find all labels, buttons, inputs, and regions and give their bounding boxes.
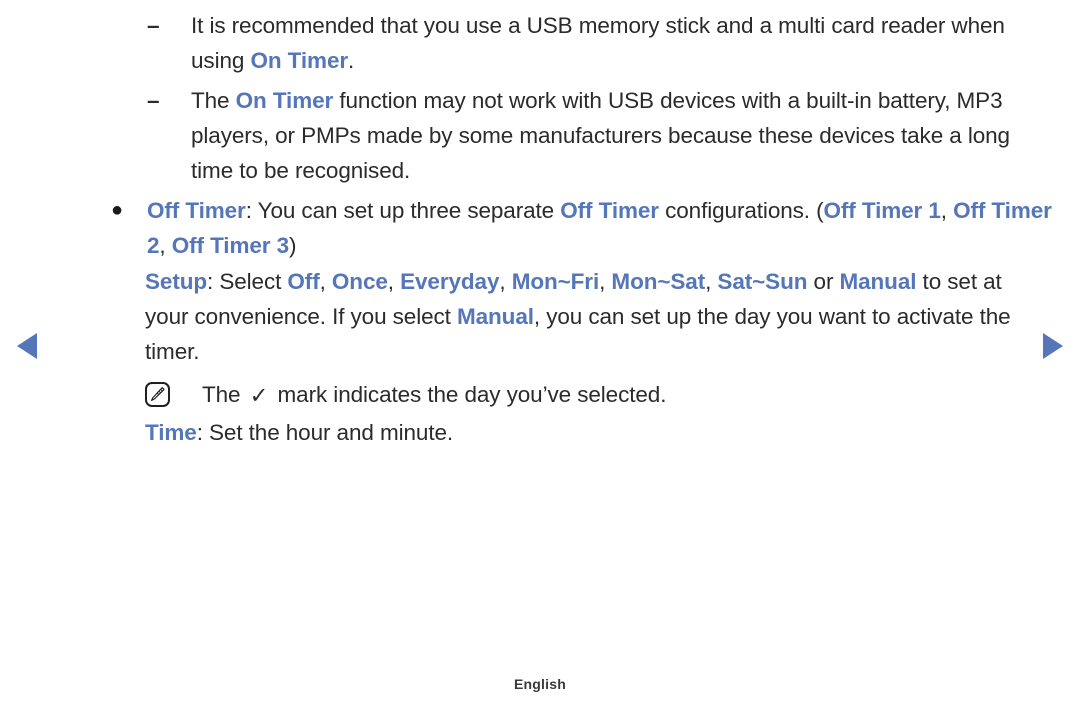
text-run: , (940, 198, 954, 223)
text-run: ) (289, 233, 297, 258)
highlighted-term: Setup (145, 269, 208, 294)
list-item: ● Off Timer: You can set up three separa… (107, 193, 1070, 263)
text-run: The (202, 382, 247, 407)
check-mark-icon: ✓ (249, 383, 269, 408)
text-run: , (159, 233, 172, 258)
list-item-text: It is recommended that you use a USB mem… (191, 13, 1005, 73)
text-run: mark indicates the day you’ve selected. (271, 382, 667, 407)
highlighted-term: Off Timer 1 (823, 198, 941, 223)
highlighted-term: Sat~Sun (717, 269, 808, 294)
text-run: or (807, 269, 840, 294)
setup-paragraph: Setup: Select Off, Once, Everyday, Mon~F… (145, 264, 1040, 369)
text-run: , (599, 269, 612, 294)
highlighted-term: Off (287, 269, 320, 294)
highlighted-term: Off Timer (560, 198, 659, 223)
list-item: – It is recommended that you use a USB m… (147, 8, 1038, 78)
note-text: The ✓ mark indicates the day you’ve sele… (202, 382, 667, 408)
highlighted-term: Mon~Sat (611, 269, 706, 294)
highlighted-term: On Timer (250, 48, 349, 73)
manual-page: – It is recommended that you use a USB m… (0, 0, 1080, 705)
dash-marker: – (147, 13, 160, 38)
text-run: configurations. ( (658, 198, 824, 223)
text-run: , (319, 269, 332, 294)
dash-marker: – (147, 88, 160, 113)
highlighted-term: Time (145, 420, 197, 445)
note-row: The ✓ mark indicates the day you’ve sele… (145, 377, 1040, 413)
text-run: : Select (207, 269, 288, 294)
manual-content: – It is recommended that you use a USB m… (0, 0, 1080, 450)
highlighted-term: Manual (456, 304, 534, 329)
highlighted-term: Once (331, 269, 388, 294)
text-run: , (387, 269, 401, 294)
highlighted-term: Off Timer (147, 198, 246, 223)
list-item: – The On Timer function may not work wit… (147, 83, 1038, 188)
highlighted-term: Off Timer 3 (171, 233, 290, 258)
highlighted-term: Manual (839, 269, 917, 294)
list-item-text: Off Timer: You can set up three separate… (147, 198, 1052, 258)
text-run: The (191, 88, 236, 113)
text-run: : Set the hour and minute. (196, 420, 454, 445)
text-run: , (499, 269, 512, 294)
highlighted-term: Mon~Fri (511, 269, 600, 294)
footer-language-label: English (514, 676, 566, 692)
time-paragraph: Time: Set the hour and minute. (145, 415, 1040, 450)
note-pencil-icon (145, 382, 170, 407)
time-paragraph-text: Time: Set the hour and minute. (145, 420, 453, 445)
bullet-marker: ● (111, 199, 123, 221)
highlighted-term: On Timer (235, 88, 334, 113)
text-run: , (705, 269, 718, 294)
text-run: . (348, 48, 355, 73)
page-footer: English (0, 676, 1080, 692)
setup-paragraph-text: Setup: Select Off, Once, Everyday, Mon~F… (145, 269, 1011, 364)
list-item-text: The On Timer function may not work with … (191, 88, 1010, 183)
highlighted-term: Everyday (400, 269, 500, 294)
text-run: : You can set up three separate (245, 198, 561, 223)
